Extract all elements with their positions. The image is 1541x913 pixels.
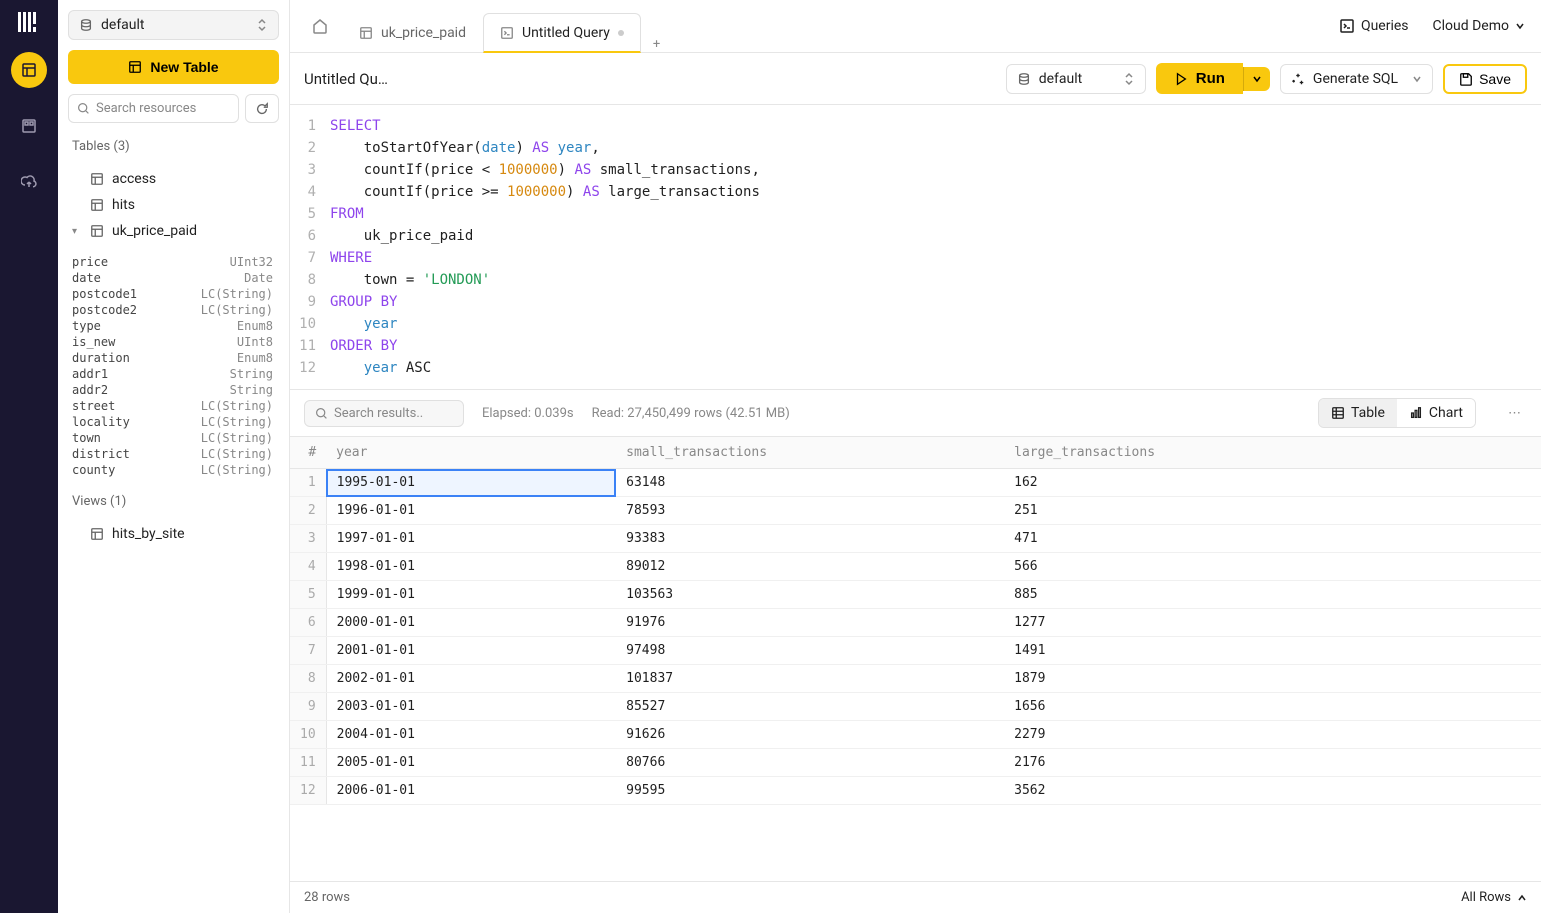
column-row[interactable]: localityLC(String) <box>68 414 279 430</box>
column-row[interactable]: streetLC(String) <box>68 398 279 414</box>
column-row[interactable]: is_newUInt8 <box>68 334 279 350</box>
cloud-demo-menu[interactable]: Cloud Demo <box>1433 18 1525 34</box>
elapsed-stat: Elapsed: 0.039s <box>482 406 574 421</box>
table-item-uk_price_paid[interactable]: ▾uk_price_paid <box>68 218 279 244</box>
topbar: uk_price_paidUntitled Query + Queries Cl… <box>290 0 1541 53</box>
search-icon <box>315 407 328 420</box>
table-item-access[interactable]: access <box>68 166 279 192</box>
view-item-hits_by_site[interactable]: hits_by_site <box>68 521 279 547</box>
refresh-icon <box>255 102 269 116</box>
table-row[interactable]: 102004-01-01916262279 <box>290 721 1541 749</box>
chevron-down-icon <box>1406 74 1422 84</box>
column-header[interactable]: year <box>326 437 616 469</box>
table-row[interactable]: 31997-01-0193383471 <box>290 525 1541 553</box>
tables-section-label: Tables (3) <box>68 133 279 156</box>
column-row[interactable]: postcode1LC(String) <box>68 286 279 302</box>
tab-untitled-query[interactable]: Untitled Query <box>483 13 641 53</box>
sql-editor[interactable]: 1SELECT2 toStartOfYear(date) AS year,3 c… <box>290 105 1541 389</box>
results-panel: Search results.. Elapsed: 0.039s Read: 2… <box>290 389 1541 913</box>
save-button[interactable]: Save <box>1443 64 1527 94</box>
chevron-down-icon <box>1515 21 1525 31</box>
save-icon <box>1459 72 1473 86</box>
column-row[interactable]: addr1String <box>68 366 279 382</box>
run-button[interactable]: Run <box>1156 63 1243 94</box>
run-dropdown-button[interactable] <box>1243 67 1270 91</box>
home-icon <box>312 18 328 34</box>
queries-icon <box>1339 18 1355 34</box>
table-row[interactable]: 82002-01-011018371879 <box>290 665 1541 693</box>
table-item-hits[interactable]: hits <box>68 192 279 218</box>
table-row[interactable]: 41998-01-0189012566 <box>290 553 1541 581</box>
database-icon <box>1017 72 1031 86</box>
view-table-button[interactable]: Table <box>1319 399 1397 427</box>
column-header[interactable]: # <box>290 437 326 469</box>
chart-icon <box>1409 406 1423 420</box>
row-count: 28 rows <box>304 890 350 905</box>
sidebar: default New Table Search resources Table… <box>58 0 290 913</box>
generate-sql-button[interactable]: Generate SQL <box>1280 64 1433 94</box>
column-row[interactable]: dateDate <box>68 270 279 286</box>
chevron-up-icon <box>1517 893 1527 903</box>
table-row[interactable]: 62000-01-01919761277 <box>290 609 1541 637</box>
rows-mode-selector[interactable]: All Rows <box>1461 890 1527 905</box>
query-toolbar: Untitled Que… default Run Generate SQL <box>290 53 1541 105</box>
rail-upload-icon[interactable] <box>11 164 47 200</box>
results-more-button[interactable]: ⋯ <box>1502 400 1527 427</box>
rail-dashboards-icon[interactable] <box>11 108 47 144</box>
new-table-button[interactable]: New Table <box>68 50 279 84</box>
nav-rail <box>0 0 58 913</box>
chevron-down-icon <box>1252 74 1262 84</box>
chevron-updown-icon <box>1123 72 1135 86</box>
main-area: uk_price_paidUntitled Query + Queries Cl… <box>290 0 1541 913</box>
queries-link[interactable]: Queries <box>1339 18 1409 34</box>
logo-icon <box>18 12 40 32</box>
table-icon <box>1331 406 1345 420</box>
column-row[interactable]: countyLC(String) <box>68 462 279 478</box>
table-plus-icon <box>128 60 142 74</box>
sparkle-icon <box>1291 72 1305 86</box>
add-tab-button[interactable]: + <box>641 37 672 52</box>
play-icon <box>1174 72 1188 86</box>
read-stat: Read: 27,450,499 rows (42.51 MB) <box>592 406 790 421</box>
table-row[interactable]: 92003-01-01855271656 <box>290 693 1541 721</box>
column-header[interactable]: small_transactions <box>616 437 1004 469</box>
table-row[interactable]: 72001-01-01974981491 <box>290 637 1541 665</box>
column-row[interactable]: typeEnum8 <box>68 318 279 334</box>
column-row[interactable]: districtLC(String) <box>68 446 279 462</box>
table-row[interactable]: 122006-01-01995953562 <box>290 777 1541 805</box>
column-header[interactable]: large_transactions <box>1004 437 1541 469</box>
database-name: default <box>101 17 145 33</box>
search-icon <box>77 102 90 115</box>
rail-tables-icon[interactable] <box>11 52 47 88</box>
table-row[interactable]: 21996-01-0178593251 <box>290 497 1541 525</box>
results-footer: 28 rows All Rows <box>290 881 1541 913</box>
table-row[interactable]: 51999-01-01103563885 <box>290 581 1541 609</box>
home-tab[interactable] <box>298 0 342 52</box>
table-row[interactable]: 112005-01-01807662176 <box>290 749 1541 777</box>
database-selector[interactable]: default <box>68 10 279 40</box>
sidebar-search-input[interactable]: Search resources <box>68 94 239 123</box>
column-row[interactable]: townLC(String) <box>68 430 279 446</box>
database-icon <box>79 18 93 32</box>
table-row[interactable]: 11995-01-0163148162 <box>290 469 1541 497</box>
results-search-input[interactable]: Search results.. <box>304 400 464 427</box>
view-toggle: Table Chart <box>1318 398 1476 428</box>
refresh-button[interactable] <box>245 94 279 123</box>
column-row[interactable]: addr2String <box>68 382 279 398</box>
results-grid[interactable]: #yearsmall_transactionslarge_transaction… <box>290 437 1541 881</box>
column-row[interactable]: priceUInt32 <box>68 254 279 270</box>
column-row[interactable]: durationEnum8 <box>68 350 279 366</box>
view-chart-button[interactable]: Chart <box>1397 399 1475 427</box>
views-section-label: Views (1) <box>68 488 279 511</box>
run-database-selector[interactable]: default <box>1006 64 1146 94</box>
tab-uk_price_paid[interactable]: uk_price_paid <box>342 12 483 52</box>
column-row[interactable]: postcode2LC(String) <box>68 302 279 318</box>
chevron-updown-icon <box>256 18 268 32</box>
query-name[interactable]: Untitled Que… <box>304 70 394 88</box>
